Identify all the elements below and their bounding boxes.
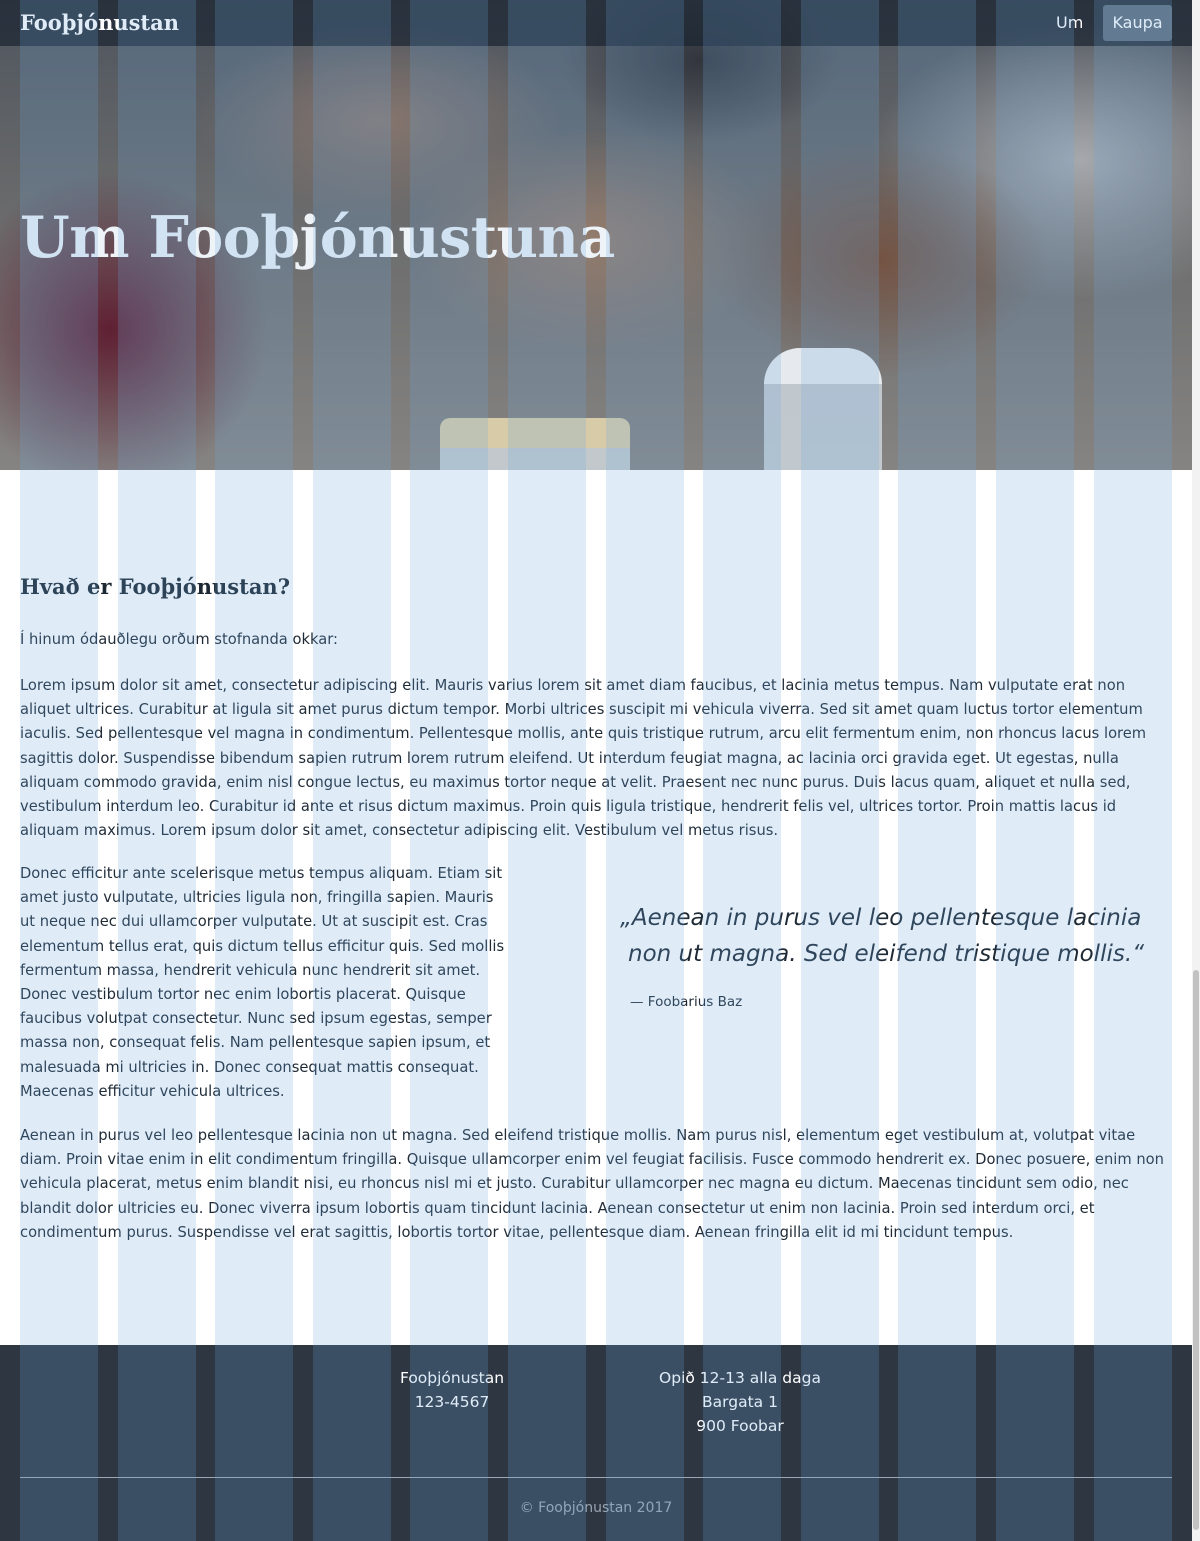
intro-paragraph: Í hinum ódauðlegu orðum stofnanda okkar: bbox=[20, 631, 338, 648]
footer-copyright: © Fooþjónustan 2017 bbox=[519, 1500, 673, 1516]
paragraph-2: Donec efficitur ante scelerisque metus t… bbox=[20, 865, 505, 1100]
hero-title: Um Fooþjónustuna bbox=[20, 204, 615, 271]
main-content: Hvað er Fooþjónustan? Í hinum ódauðlegu … bbox=[0, 470, 1200, 1345]
pull-quote: „Aenean in purus vel leo pellentesque la… bbox=[620, 900, 1172, 1010]
page-scrollbar[interactable] bbox=[1192, 0, 1200, 1541]
section-heading: Hvað er Fooþjónustan? bbox=[20, 574, 291, 599]
footer-street: Bargata 1 bbox=[702, 1393, 778, 1411]
paragraph-3: Aenean in purus vel leo pellentesque lac… bbox=[20, 1127, 1164, 1241]
footer-city: 900 Foobar bbox=[696, 1417, 784, 1435]
nav-link-kaupa[interactable]: Kaupa bbox=[1103, 5, 1172, 41]
footer-address: Opið 12-13 alla daga Bargata 1 900 Fooba… bbox=[620, 1366, 860, 1438]
footer-contact: Fooþjónustan 123-4567 bbox=[372, 1366, 532, 1414]
footer-hours: Opið 12-13 alla daga bbox=[659, 1369, 821, 1387]
top-navbar: Fooþjónustan Um Kaupa bbox=[0, 0, 1200, 46]
hero-image-jar bbox=[440, 418, 630, 470]
scrollbar-thumb[interactable] bbox=[1193, 970, 1199, 1530]
site-footer: Fooþjónustan 123-4567 Opið 12-13 alla da… bbox=[0, 1345, 1200, 1541]
hero-image-bottle bbox=[764, 348, 882, 470]
quote-author: — Foobarius Baz bbox=[630, 994, 743, 1010]
nav-link-um[interactable]: Um bbox=[1046, 5, 1093, 41]
quote-text: „Aenean in purus vel leo pellentesque la… bbox=[620, 905, 1145, 967]
footer-phone: 123-4567 bbox=[414, 1393, 490, 1411]
footer-company: Fooþjónustan bbox=[399, 1369, 505, 1387]
paragraph-1: Lorem ipsum dolor sit amet, consectetur … bbox=[20, 677, 1147, 840]
footer-divider bbox=[20, 1477, 1172, 1478]
brand-link[interactable]: Fooþjónustan bbox=[20, 9, 179, 37]
hero-banner: Um Fooþjónustuna bbox=[0, 0, 1200, 470]
